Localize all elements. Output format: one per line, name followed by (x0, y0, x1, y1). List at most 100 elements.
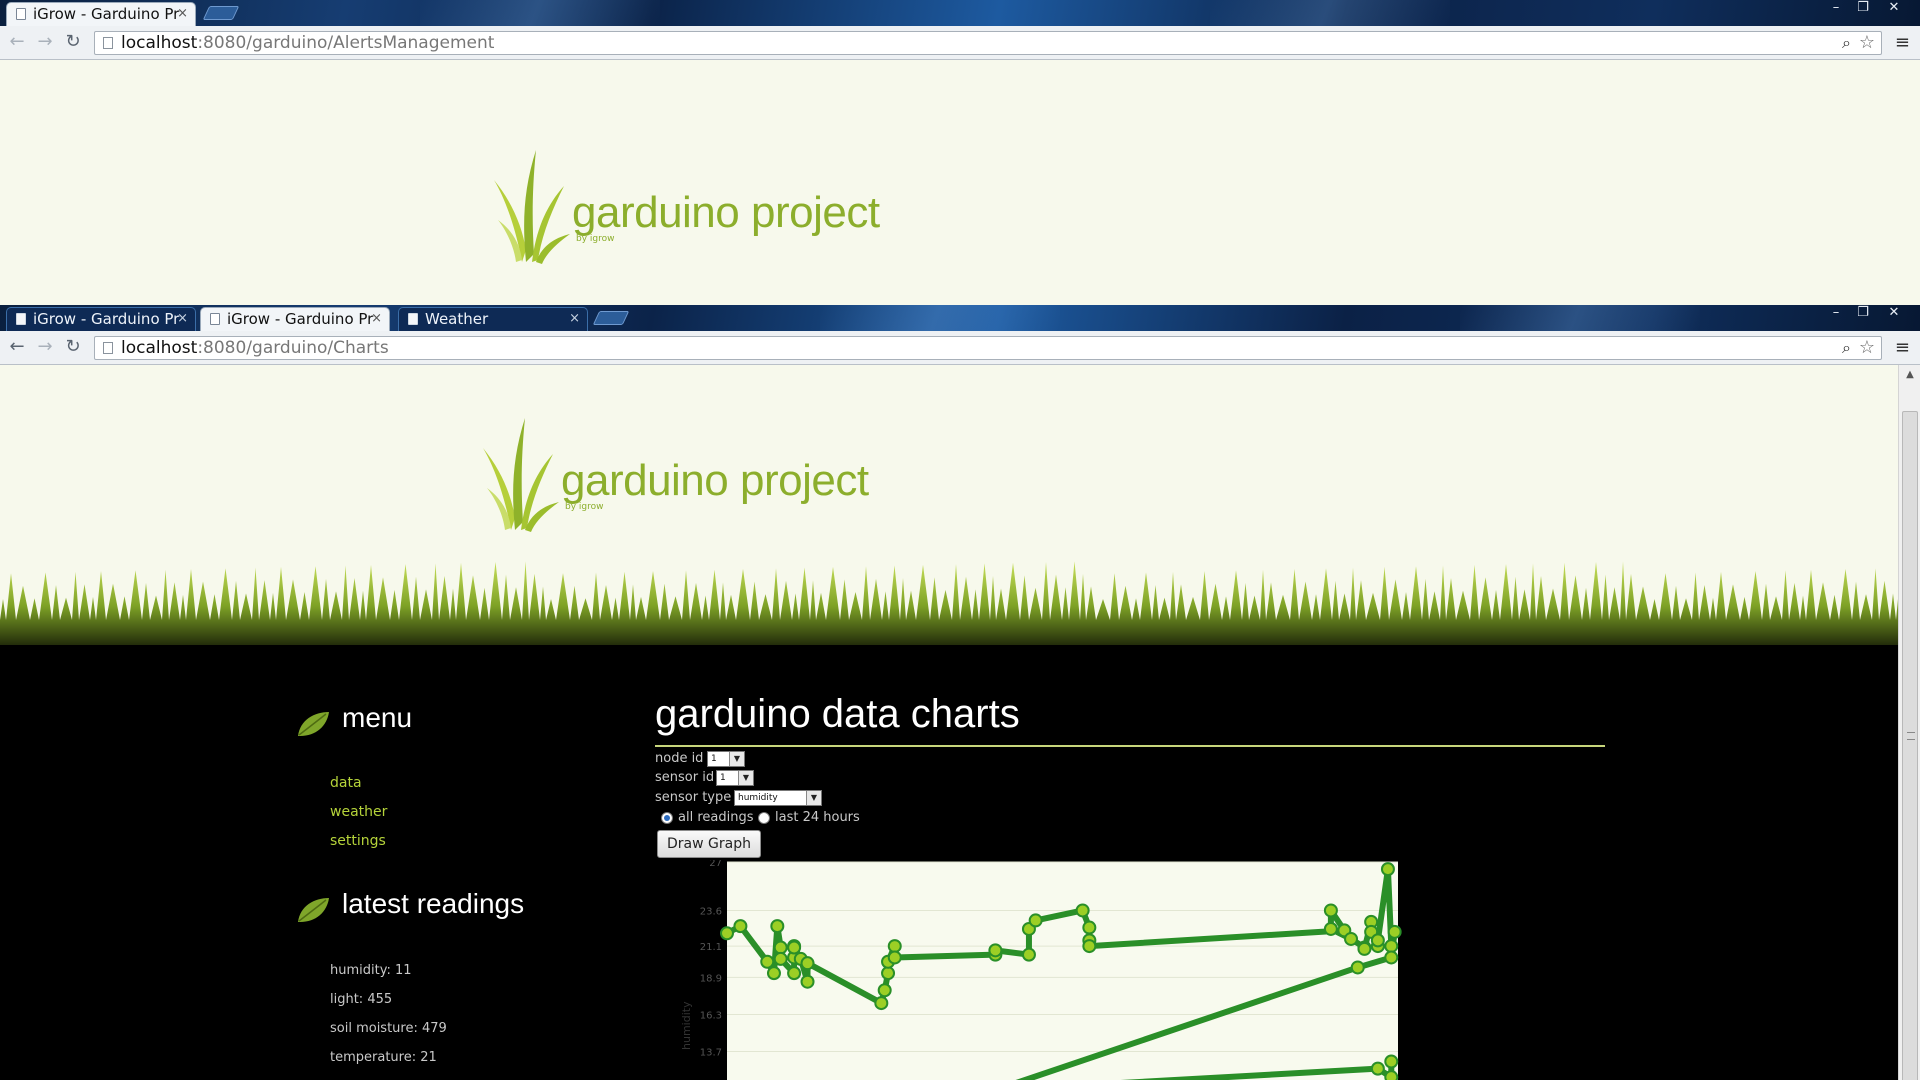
tab-igrow-1[interactable]: iGrow - Garduino Pr × (6, 307, 196, 331)
menu-link-settings[interactable]: settings (330, 833, 386, 849)
sensor-type-select[interactable]: humidity ▼ (734, 790, 822, 806)
garduino-logo: garduino project by igrow (492, 150, 912, 270)
back-arrow-icon[interactable]: ← (6, 31, 28, 52)
chevron-down-icon: ▼ (806, 791, 821, 805)
leaf-icon (298, 898, 329, 922)
tab-close-icon[interactable]: × (569, 308, 580, 330)
new-tab-button[interactable] (592, 311, 630, 325)
reload-icon[interactable]: ↻ (62, 336, 84, 357)
chart-data-point (1384, 939, 1399, 954)
chart-data-point (720, 926, 734, 941)
wallpaper-streak (1210, 0, 1450, 26)
chart-data-point (766, 966, 781, 981)
restore-button[interactable]: ❐ (1849, 305, 1877, 323)
chart-data-point (800, 974, 815, 989)
tab-title: iGrow - Garduino Pr (33, 5, 180, 23)
browser-toolbar: ← → ↻ localhost:8080/garduino/AlertsMana… (0, 26, 1920, 60)
page-scrollbar[interactable]: ▲ (1898, 365, 1920, 1080)
chart-y-tick-label: 13.7 (700, 1048, 722, 1059)
tab-igrow-alerts[interactable]: iGrow - Garduino Pr × (6, 2, 196, 26)
garduino-logo: garduino project by igrow (481, 418, 901, 538)
chrome-menu-icon[interactable]: ≡ (1895, 337, 1910, 358)
chart-data-point (1384, 1054, 1399, 1069)
forward-arrow-icon[interactable]: → (34, 336, 56, 357)
grass-logo-icon (494, 150, 570, 264)
chart-data-point (770, 919, 785, 934)
menu-link-data[interactable]: data (330, 775, 362, 791)
background-browser-window: iGrow - Garduino Pr × – ❐ ✕ ← → ↻ localh… (0, 0, 1920, 306)
address-url[interactable]: localhost:8080/garduino/Charts (121, 338, 389, 358)
title-divider (655, 745, 1605, 747)
forward-arrow-icon[interactable]: → (34, 31, 56, 52)
logo-subtitle: by igrow (576, 234, 615, 244)
reload-icon[interactable]: ↻ (62, 31, 84, 52)
chevron-down-icon: ▼ (738, 771, 753, 785)
menu-link-weather[interactable]: weather (330, 804, 387, 820)
node-id-label: node id (655, 751, 704, 766)
chart-data-point (1075, 903, 1090, 918)
chart-data-point (1021, 947, 1036, 962)
tab-close-icon[interactable]: × (177, 308, 188, 330)
page-favicon-icon (210, 313, 220, 325)
chart-data-point (1380, 862, 1395, 877)
last-24-hours-radio[interactable] (758, 812, 770, 824)
chart-data-point (787, 940, 802, 955)
chart-data-point (1344, 931, 1359, 946)
chart-data-point (1323, 903, 1338, 918)
wallpaper-streak (1460, 305, 1700, 331)
reading-humidity: humidity: 11 (330, 963, 412, 978)
tab-igrow-charts[interactable]: iGrow - Garduino Pr × (200, 307, 390, 331)
chart-data-point (988, 943, 1003, 958)
scroll-up-arrow-icon[interactable]: ▲ (1899, 369, 1920, 380)
address-bar[interactable]: localhost:8080/garduino/AlertsManagement… (94, 31, 1882, 55)
chart-data-point (787, 966, 802, 981)
chart-data-point (1323, 921, 1338, 936)
zoom-icon[interactable]: ⌕ (1842, 338, 1851, 358)
page-icon (103, 37, 113, 49)
reading-light: light: 455 (330, 992, 393, 1007)
chart-data-point (881, 966, 896, 981)
close-window-button[interactable]: ✕ (1880, 0, 1908, 18)
new-tab-button[interactable] (202, 6, 240, 20)
chart-data-point (1384, 1070, 1399, 1080)
logo-title: garduino project (572, 188, 880, 237)
last-24-hours-label: last 24 hours (775, 810, 860, 825)
tab-strip: iGrow - Garduino Pr × iGrow - Garduino P… (0, 305, 1920, 331)
chart-data-point (874, 996, 889, 1011)
sensor-id-value: 1 (720, 773, 726, 783)
zoom-icon[interactable]: ⌕ (1842, 33, 1851, 53)
chart-y-tick-label: 27 (709, 860, 722, 869)
browser-toolbar: ← → ↻ localhost:8080/garduino/Charts ⌕ ☆… (0, 331, 1920, 365)
chart-y-tick-label: 21.1 (700, 942, 722, 953)
chart-y-tick-label: 23.6 (700, 906, 722, 917)
logo-title: garduino project (561, 456, 869, 505)
chart-data-point (773, 940, 788, 955)
restore-button[interactable]: ❐ (1849, 0, 1877, 18)
address-url[interactable]: localhost:8080/garduino/AlertsManagement (121, 33, 494, 53)
close-window-button[interactable]: ✕ (1880, 305, 1908, 323)
tab-weather[interactable]: Weather × (398, 307, 588, 331)
draw-graph-button[interactable]: Draw Graph (657, 830, 761, 858)
sensor-id-select[interactable]: 1 ▼ (716, 770, 754, 786)
chart-data-point (1370, 933, 1385, 948)
minimize-button[interactable]: – (1822, 0, 1850, 18)
logo-subtitle: by igrow (565, 502, 604, 512)
address-bar[interactable]: localhost:8080/garduino/Charts ⌕ ☆ (94, 336, 1882, 360)
chart-y-tick-label: 16.3 (700, 1010, 722, 1021)
page-icon (103, 342, 113, 354)
tab-close-icon[interactable]: × (371, 308, 382, 330)
all-readings-radio[interactable] (661, 812, 673, 824)
chart-y-tick-label: 18.9 (700, 973, 722, 984)
chevron-down-icon: ▼ (729, 752, 744, 766)
node-id-select[interactable]: 1 ▼ (707, 751, 745, 767)
bookmark-star-icon[interactable]: ☆ (1859, 32, 1875, 53)
back-arrow-icon[interactable]: ← (6, 336, 28, 357)
chart-data-point (1384, 950, 1399, 965)
scroll-thumb[interactable] (1902, 411, 1918, 1080)
chart-data-point (887, 950, 902, 965)
minimize-button[interactable]: – (1822, 305, 1850, 323)
chrome-menu-icon[interactable]: ≡ (1895, 32, 1910, 53)
chart-data-point (1370, 1061, 1385, 1076)
bookmark-star-icon[interactable]: ☆ (1859, 337, 1875, 358)
tab-close-icon[interactable]: × (177, 3, 188, 25)
